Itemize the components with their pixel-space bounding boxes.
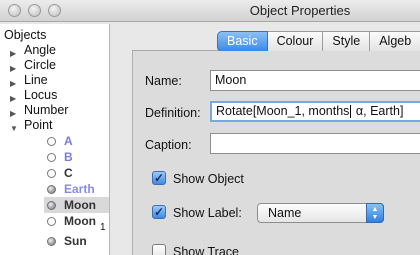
point-sun[interactable]: Sun <box>0 234 109 249</box>
tab-basic[interactable]: Basic <box>217 31 268 52</box>
point-filled-icon <box>47 237 56 246</box>
basic-tab-pane: Name: Moon Definition: Rotate[Moon_1, mo… <box>132 51 420 255</box>
tab-colour[interactable]: Colour <box>267 31 324 52</box>
point-b[interactable]: B <box>0 150 109 165</box>
definition-field[interactable]: Rotate[Moon_1, months α, Earth] <box>210 101 420 122</box>
name-label: Name: <box>145 74 182 88</box>
tree-item-number[interactable]: ▶ Number <box>0 103 109 118</box>
point-c[interactable]: C <box>0 166 109 181</box>
tree-item-angle[interactable]: ▶ Angle <box>0 43 109 58</box>
tab-bar: Basic Colour Style Algeb <box>217 31 420 52</box>
point-moon[interactable]: Moon <box>0 198 109 213</box>
show-object-label: Show Object <box>173 172 244 186</box>
tab-algebra[interactable]: Algeb <box>370 31 420 52</box>
tree-item-line[interactable]: ▶ Line <box>0 73 109 88</box>
point-hollow-icon <box>47 217 56 226</box>
caption-field[interactable] <box>210 133 420 154</box>
tree-item-point[interactable]: ▼ Point <box>0 118 109 133</box>
definition-label: Definition: <box>145 106 201 120</box>
object-tree[interactable]: Objects ▶ Angle ▶ Circle ▶ Line ▶ Locus … <box>0 24 110 255</box>
tree-item-circle[interactable]: ▶ Circle <box>0 58 109 73</box>
show-label-label: Show Label: <box>173 206 242 220</box>
point-a[interactable]: A <box>0 134 109 149</box>
tab-style[interactable]: Style <box>323 31 371 52</box>
point-earth[interactable]: Earth <box>0 182 109 197</box>
select-arrows-icon: ▲ ▼ <box>366 203 384 223</box>
window-title: Object Properties <box>249 3 351 18</box>
label-mode-select[interactable]: Name ▲ ▼ <box>257 203 384 223</box>
tree-item-locus[interactable]: ▶ Locus <box>0 88 109 103</box>
properties-panel: Basic Colour Style Algeb Name: Moon Defi… <box>112 24 420 255</box>
title-bar: Object Properties <box>0 0 420 22</box>
point-hollow-icon <box>47 169 56 178</box>
tree-root-label: Objects <box>4 28 47 42</box>
point-hollow-icon <box>47 153 56 162</box>
point-filled-icon <box>47 201 56 210</box>
point-hollow-icon <box>47 137 56 146</box>
point-filled-icon <box>47 185 56 194</box>
caption-label: Caption: <box>145 138 192 152</box>
point-moon-1[interactable]: Moon 1 <box>0 214 109 233</box>
show-trace-checkbox[interactable] <box>152 244 166 255</box>
name-field[interactable]: Moon <box>210 70 420 91</box>
show-trace-label: Show Trace <box>173 245 240 255</box>
show-label-checkbox[interactable]: ✓ <box>152 205 166 219</box>
show-object-checkbox[interactable]: ✓ <box>152 171 166 185</box>
